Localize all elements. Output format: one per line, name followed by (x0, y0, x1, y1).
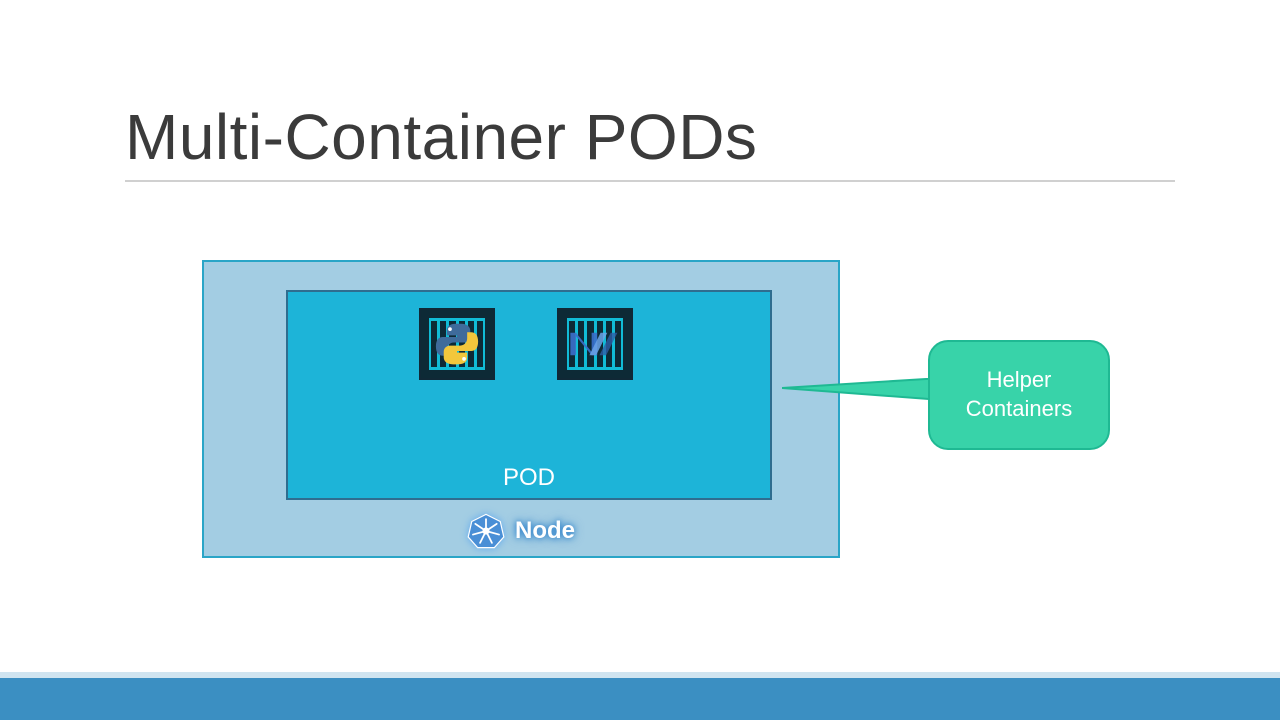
pod-box: POD (286, 290, 772, 500)
footer-accent (0, 678, 1280, 720)
node-label-group: Node (204, 512, 838, 550)
title-underline (125, 180, 1175, 182)
callout-line1: Helper (987, 367, 1052, 392)
kubernetes-icon (467, 512, 505, 550)
callout-line2: Containers (966, 396, 1072, 421)
pod-label: POD (288, 464, 770, 492)
callout-tail-icon (782, 378, 942, 408)
slide: Multi-Container PODs (0, 0, 1280, 720)
node-box: POD Node (202, 260, 840, 558)
node-label: Node (515, 517, 575, 545)
slide-title: Multi-Container PODs (125, 100, 757, 174)
container-python (419, 308, 495, 380)
python-icon (421, 310, 493, 378)
container-dotnet (557, 308, 633, 380)
callout-text: Helper Containers (966, 366, 1072, 423)
helper-containers-callout: Helper Containers (928, 340, 1110, 450)
dotnet-icon (559, 310, 631, 378)
